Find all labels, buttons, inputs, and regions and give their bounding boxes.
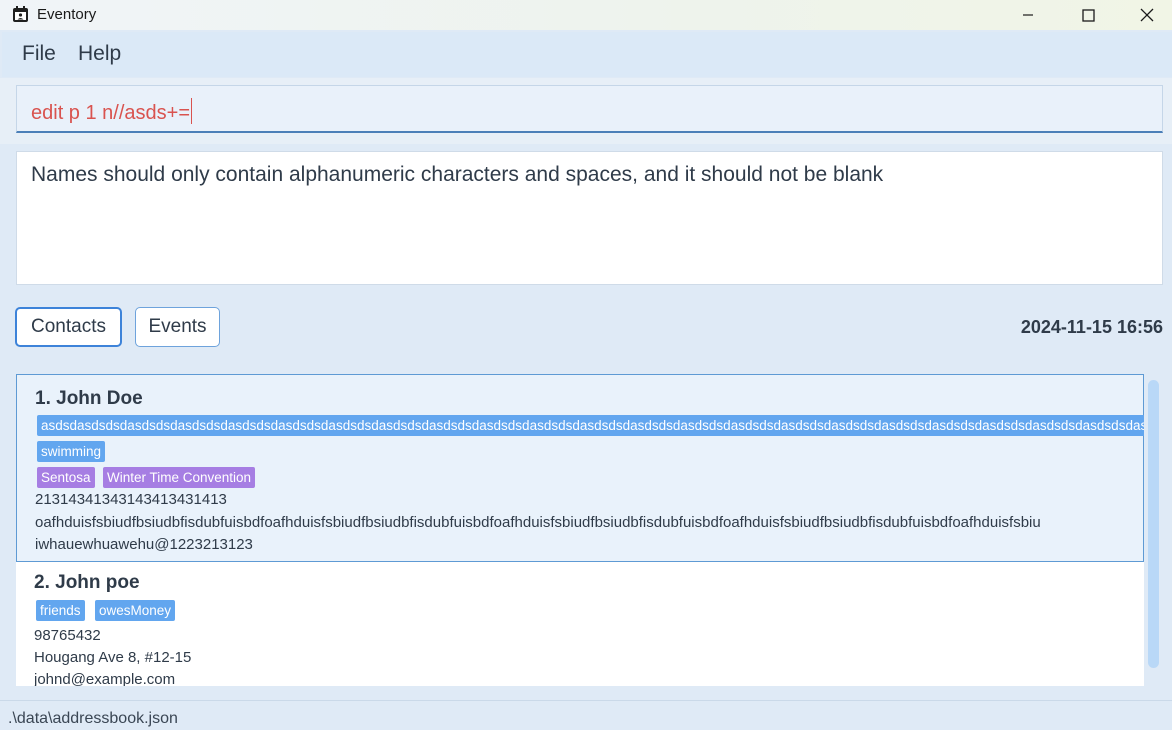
contact-phone: 98765432: [34, 627, 101, 644]
tag: swimming: [37, 441, 106, 462]
maximize-button[interactable]: [1059, 0, 1117, 30]
command-text: edit p 1 n//asds+=: [31, 98, 193, 125]
contact-card[interactable]: 1. John Doe asdsdasdsdsdasdsdsdasdsdsdas…: [16, 374, 1144, 562]
data-file-path: .\data\addressbook.json: [8, 710, 178, 727]
contact-phone: 21314341343143413431413: [35, 491, 227, 508]
current-datetime: 2024-11-15 16:56: [1020, 317, 1163, 337]
tab-events[interactable]: Events: [135, 307, 220, 347]
tab-contacts[interactable]: Contacts: [15, 307, 122, 347]
minimize-icon: [1023, 14, 1033, 16]
close-icon: [1140, 8, 1154, 22]
command-input[interactable]: edit p 1 n//asds+=: [16, 85, 1163, 133]
contact-name: 1. John Doe: [35, 388, 143, 409]
tag: owesMoney: [95, 600, 176, 621]
contact-card[interactable]: 2. John poe friends owesMoney 98765432 H…: [16, 562, 1144, 686]
tab-bar: Contacts Events 2024-11-15 16:56: [0, 292, 1172, 362]
text-cursor: [191, 98, 193, 124]
contact-email: johnd@example.com: [34, 671, 176, 686]
event-tag: Sentosa: [37, 467, 95, 488]
tag: asdsdasdsdsdasdsdsdasdsdsdasdsdsdasdsdsd…: [37, 415, 1144, 436]
close-button[interactable]: [1118, 0, 1172, 30]
menu-help[interactable]: Help: [78, 42, 121, 66]
calendar-contact-icon: [13, 6, 28, 22]
contact-name: 2. John poe: [34, 572, 140, 593]
tag: friends: [36, 600, 85, 621]
maximize-icon: [1081, 8, 1095, 22]
result-message: Names should only contain alphanumeric c…: [31, 163, 884, 186]
list-scrollbar[interactable]: [1148, 380, 1159, 668]
result-display: Names should only contain alphanumeric c…: [16, 151, 1163, 285]
command-value: edit p 1 n//asds+=: [31, 102, 191, 124]
contact-email: iwhauewhuawehu@1223213123: [35, 536, 253, 553]
menu-bar: File Help: [2, 32, 1172, 77]
event-tag: Winter Time Convention: [103, 467, 256, 488]
command-area: edit p 1 n//asds+=: [0, 78, 1172, 144]
contact-address: oafhduisfsbiudfbsiudbfisdubfuisbdfoafhdu…: [35, 514, 1041, 531]
minimize-button[interactable]: [999, 0, 1057, 30]
contact-address: Hougang Ave 8, #12-15: [34, 649, 192, 666]
status-bar: .\data\addressbook.json: [0, 700, 1172, 730]
window-title: Eventory: [37, 6, 97, 23]
menu-file[interactable]: File: [22, 42, 56, 66]
title-bar: Eventory: [0, 0, 1172, 30]
contact-list[interactable]: 1. John Doe asdsdasdsdsdasdsdsdasdsdsdas…: [16, 374, 1144, 686]
